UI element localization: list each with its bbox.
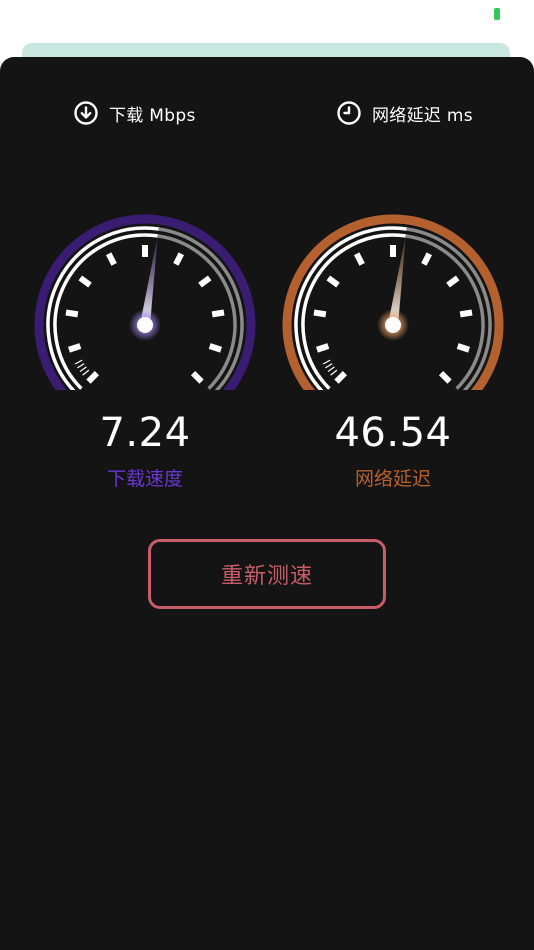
latency-value: 46.54 [334, 410, 452, 456]
latency-gauge-minor-tick [327, 366, 335, 373]
latency-gauge-tick [456, 343, 471, 353]
download-header: 下载 Mbps [73, 96, 196, 130]
download-speed-value: 7.24 [99, 410, 191, 456]
download-header-label: 下载 Mbps [109, 105, 196, 126]
latency-gauge-tick [438, 370, 452, 384]
download-gauge-minor-tick [77, 363, 85, 369]
latency-gauge-tick [354, 252, 365, 266]
battery-icon [494, 8, 500, 20]
download-gauge-minor-tick [79, 366, 87, 373]
latency-gauge-minor-tick [325, 363, 333, 369]
latency-caption: 网络延迟 [354, 468, 431, 490]
app-screen: 下载 Mbps 网络延迟 ms 7.24 46.54 下载速度 网络延迟 重新测… [0, 0, 534, 950]
latency-gauge-tick [326, 275, 340, 288]
download-speed-caption: 下载速度 [106, 468, 183, 490]
download-gauge-hub [137, 317, 153, 333]
download-gauge-tick [190, 370, 204, 384]
download-gauge-tick [211, 309, 225, 318]
latency-gauge-tick [315, 343, 330, 353]
latency-header-label: 网络延迟 ms [372, 105, 473, 126]
download-gauge-minor-tick [74, 359, 83, 365]
download-gauge-tick [173, 252, 184, 266]
retest-button[interactable]: 重新测速 [148, 539, 386, 609]
latency-gauge [282, 214, 504, 390]
download-gauge-tick [65, 309, 79, 318]
clock-icon [337, 101, 361, 125]
latency-header: 网络延迟 ms [336, 96, 473, 130]
download-gauge-tick [198, 275, 212, 288]
latency-gauge-tick [313, 309, 327, 318]
latency-gauge-minor-tick [322, 359, 331, 365]
download-gauge-tick [67, 343, 82, 353]
download-speed-gauge [34, 214, 256, 390]
latency-gauge-hub [385, 317, 401, 333]
download-gauge-minor-tick [82, 369, 90, 376]
latency-gauge-tick [446, 275, 460, 288]
latency-gauge-minor-tick [330, 369, 338, 376]
latency-gauge-tick [334, 370, 348, 384]
download-gauge-tick [86, 370, 100, 384]
latency-gauge-tick [459, 309, 473, 318]
download-gauge-tick [78, 275, 92, 288]
download-circle-icon [74, 101, 98, 125]
download-gauge-tick [208, 343, 223, 353]
download-gauge-tick [106, 252, 117, 266]
latency-gauge-tick [421, 252, 432, 266]
